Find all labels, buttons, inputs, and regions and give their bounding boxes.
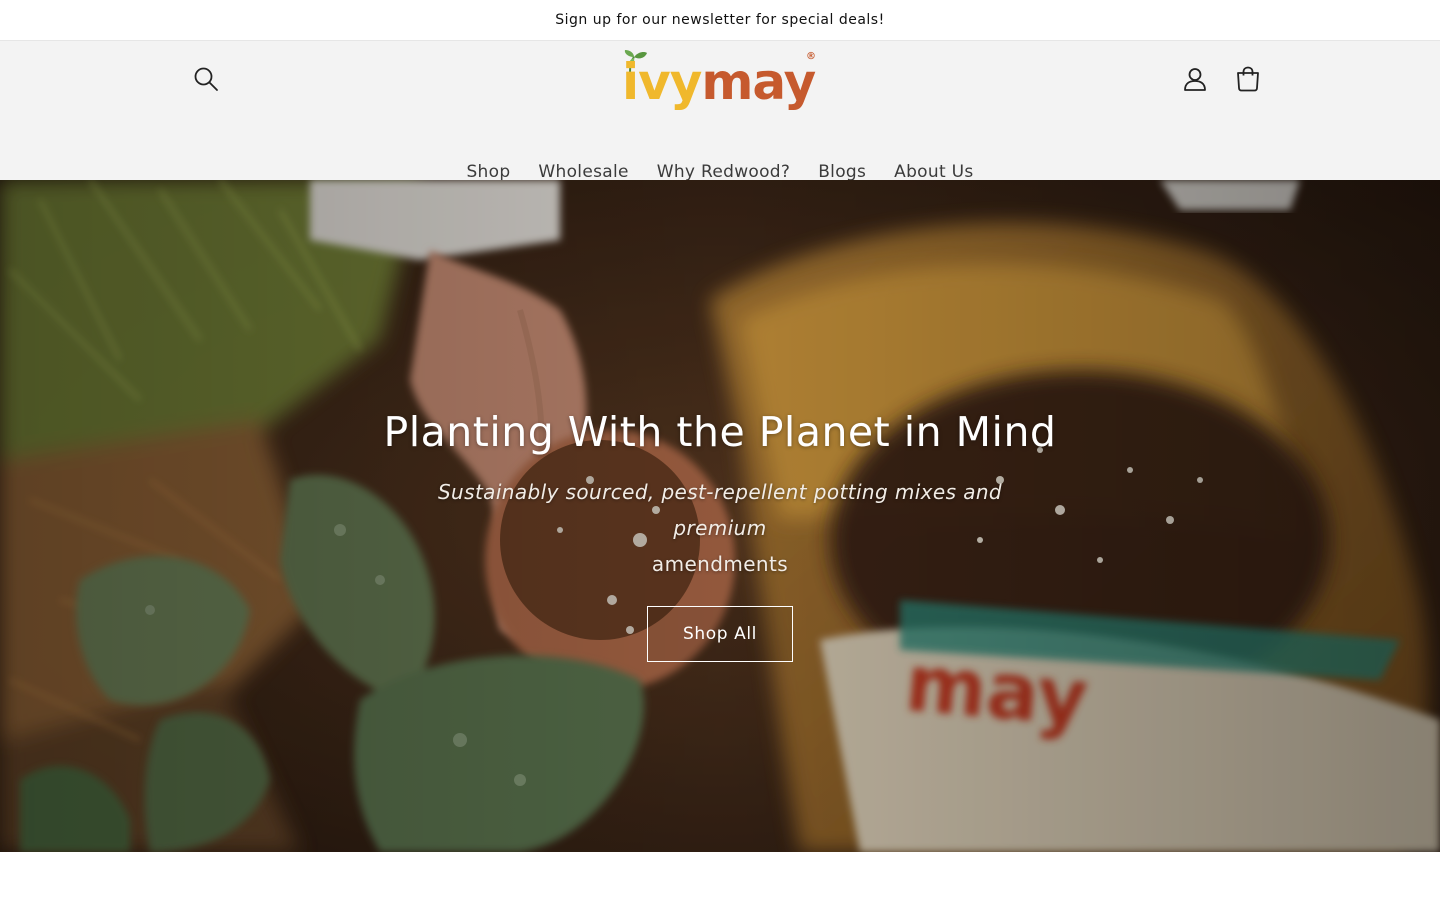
cart-button[interactable] [1230,61,1266,97]
hero-subtitle: Sustainably sourced, pest-repellent pott… [410,474,1030,582]
logo-wordmark: ivymay [622,52,816,112]
nav-item-wholesale[interactable]: Wholesale [538,162,628,182]
search-button[interactable] [188,61,224,97]
nav-item-blogs[interactable]: Blogs [818,162,866,182]
user-icon [1184,68,1206,91]
announcement-bar[interactable]: Sign up for our newsletter for special d… [0,0,1440,41]
cart-icon [1237,66,1259,92]
nav-item-why-redwood[interactable]: Why Redwood? [657,162,790,182]
logo-may: may [701,53,816,111]
account-button[interactable] [1177,61,1213,97]
announcement-text[interactable]: Sign up for our newsletter for special d… [555,12,884,28]
below-hero-section [0,852,1440,900]
main-navigation: Shop Wholesale Why Redwood? Blogs About … [0,162,1440,182]
header-top-row: ivymay ® [0,41,1440,119]
hero-content: Planting With the Planet in Mind Sustain… [0,408,1440,662]
logo-ivy: ivy [622,53,702,111]
site-header: ivymay ® Shop Wholesale Why Redwood? Blo… [0,41,1440,182]
registered-mark: ® [806,51,816,62]
hero-subtitle-line2: amendments [651,552,789,576]
hero-title: Planting With the Planet in Mind [383,408,1057,456]
hero-subtitle-line1: Sustainably sourced, pest-repellent pott… [437,480,1003,540]
logo[interactable]: ivymay ® [620,49,820,113]
shop-all-button[interactable]: Shop All [647,606,793,662]
search-icon [194,67,218,91]
nav-item-shop[interactable]: Shop [466,162,510,182]
nav-item-about-us[interactable]: About Us [894,162,973,182]
hero-banner: may Planting With the Planet in Mind Sus… [0,180,1440,852]
